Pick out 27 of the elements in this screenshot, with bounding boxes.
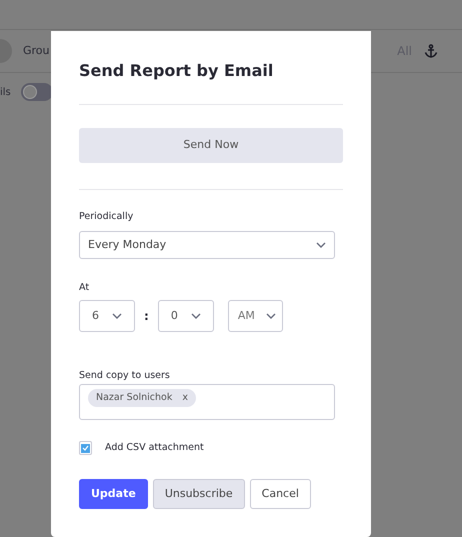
chevron-down-icon [190,313,201,319]
chevron-down-icon [112,313,122,319]
send-now-button[interactable]: Send Now [79,128,343,163]
chevron-down-icon [316,242,326,248]
hour-select[interactable]: 6 [79,300,135,332]
at-label: At [79,282,90,294]
dialog-title: Send Report by Email [79,61,274,81]
users-field[interactable]: Nazar Solnichok x [79,384,335,420]
minute-select[interactable]: 0 [158,300,214,332]
period-select[interactable]: Every Monday [79,231,335,259]
time-separator: : [144,308,149,325]
check-icon [82,445,89,452]
cancel-button[interactable]: Cancel [250,479,311,510]
chevron-down-icon [266,313,276,319]
anchor-icon[interactable] [424,44,438,58]
csv-checkbox[interactable] [79,441,92,456]
user-tag: Nazar Solnichok x [88,389,196,407]
remove-tag-button[interactable]: x [182,390,188,406]
periodically-label: Periodically [79,211,134,223]
toggle-label: ils [0,86,11,100]
group-label: Grou [23,42,50,59]
toggle-switch[interactable] [20,83,53,101]
copy-label: Send copy to users [79,370,171,382]
unsubscribe-button[interactable]: Unsubscribe [152,479,245,510]
period-of-day-select[interactable]: AM [228,300,283,332]
update-button[interactable]: Update [79,479,148,510]
csv-label: Add CSV attachment [105,441,204,455]
